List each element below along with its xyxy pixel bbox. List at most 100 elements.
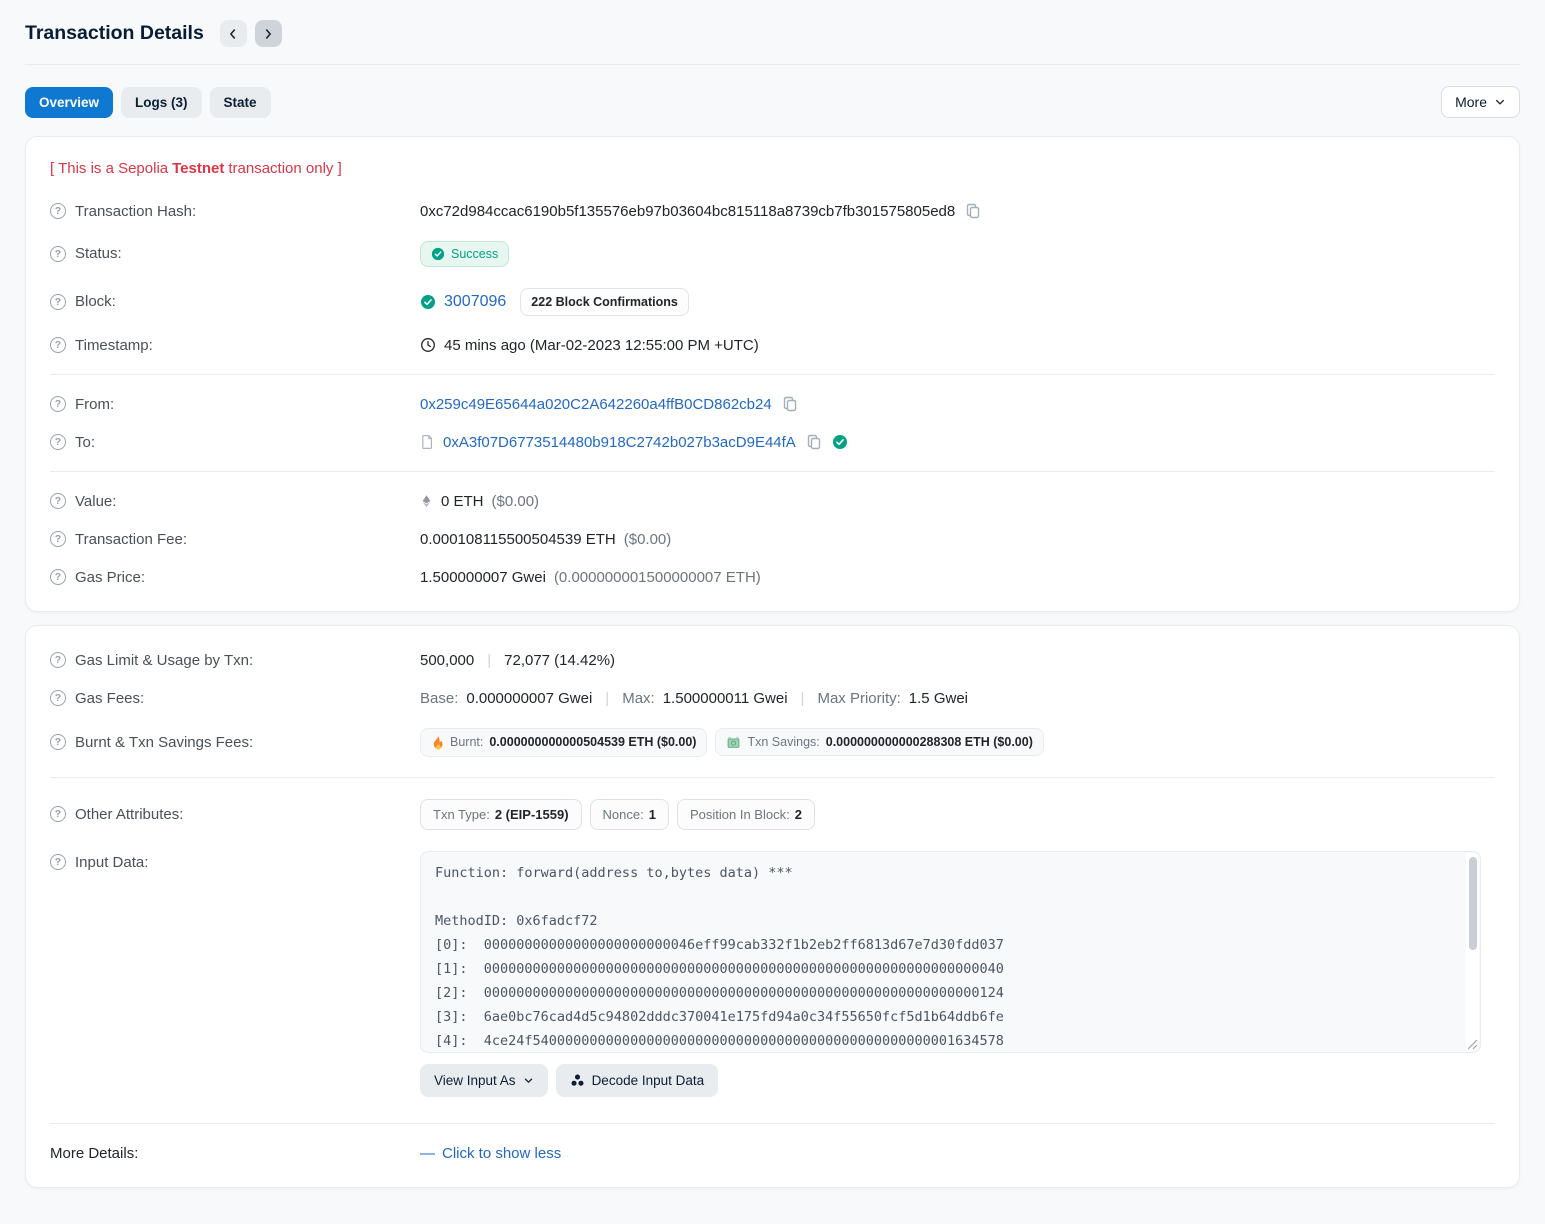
decode-input-data-button[interactable]: Decode Input Data <box>556 1064 719 1097</box>
help-icon[interactable]: ? <box>50 734 66 750</box>
block-label: Block: <box>75 293 116 310</box>
max-fee-label: Max: <box>622 690 655 707</box>
max-fee-value: 1.500000011 Gwei <box>663 690 788 707</box>
tab-bar: Overview Logs (3) State More <box>25 65 1520 136</box>
help-icon[interactable]: ? <box>50 569 66 585</box>
timestamp-value: 45 mins ago (Mar-02-2023 12:55:00 PM +UT… <box>444 337 759 354</box>
more-dropdown-button[interactable]: More <box>1441 86 1520 118</box>
help-icon[interactable]: ? <box>50 203 66 219</box>
separator: | <box>487 652 491 669</box>
view-input-as-button[interactable]: View Input As <box>420 1064 548 1097</box>
resize-grip-icon[interactable] <box>1467 1039 1478 1050</box>
position-in-block-value: 2 <box>795 807 802 822</box>
clock-icon <box>420 337 436 353</box>
tab-state[interactable]: State <box>210 87 271 118</box>
tab-overview[interactable]: Overview <box>25 87 113 118</box>
divider <box>50 777 1495 778</box>
input-data-row: ? Input Data: Function: forward(address … <box>50 840 1495 1107</box>
separator: | <box>605 690 609 707</box>
base-fee-label: Base: <box>420 690 458 707</box>
overview-card: [ This is a SepoliaTestnettransaction on… <box>25 136 1520 612</box>
transaction-hash-label: Transaction Hash: <box>75 203 196 220</box>
copy-from-address-button[interactable] <box>780 396 800 412</box>
nonce-value: 1 <box>649 807 656 822</box>
help-icon[interactable]: ? <box>50 690 66 706</box>
input-data-label: Input Data: <box>75 854 148 871</box>
help-icon[interactable]: ? <box>50 531 66 547</box>
more-label: More <box>1455 94 1487 110</box>
page-title: Transaction Details <box>25 22 204 45</box>
divider <box>50 1123 1495 1124</box>
help-icon[interactable]: ? <box>50 806 66 822</box>
from-address-link[interactable]: 0x259c49E65644a020C2A642260a4ffB0CD862cb… <box>420 396 772 413</box>
input-data-textarea[interactable]: Function: forward(address to,bytes data)… <box>420 851 1481 1053</box>
value-label: Value: <box>75 493 116 510</box>
block-number-link[interactable]: 3007096 <box>444 293 506 311</box>
contract-document-icon <box>420 434 435 450</box>
help-icon[interactable]: ? <box>50 396 66 412</box>
chevron-right-icon <box>261 27 275 41</box>
minus-icon: — <box>420 1145 435 1162</box>
status-row: ? Status: Success <box>50 230 1495 277</box>
next-transaction-button[interactable] <box>255 20 282 47</box>
burnt-savings-row: ? Burnt & Txn Savings Fees: Burnt: 0.000… <box>50 717 1495 767</box>
chevron-down-icon <box>523 1075 534 1086</box>
money-wings-icon <box>726 736 741 749</box>
other-attributes-label: Other Attributes: <box>75 806 183 823</box>
gas-price-eth: (0.000000001500000007 ETH) <box>554 569 761 586</box>
help-icon[interactable]: ? <box>50 854 66 870</box>
to-address-link[interactable]: 0xA3f07D6773514480b918C2742b027b3acD9E44… <box>443 434 796 451</box>
help-icon[interactable]: ? <box>50 337 66 353</box>
timestamp-row: ? Timestamp: 45 mins ago (Mar-02-2023 12… <box>50 326 1495 364</box>
txn-savings-badge: Txn Savings: 0.000000000000288308 ETH ($… <box>715 728 1043 756</box>
gas-usage-value: 72,077 (14.42%) <box>504 652 615 669</box>
copy-hash-button[interactable] <box>963 203 983 219</box>
transaction-fee-row: ? Transaction Fee: 0.000108115500504539 … <box>50 520 1495 558</box>
max-priority-fee-label: Max Priority: <box>817 690 900 707</box>
transaction-fee-amount: 0.000108115500504539 ETH <box>420 531 616 548</box>
burnt-fee-badge: Burnt: 0.000000000000504539 ETH ($0.00) <box>420 728 707 757</box>
block-row: ? Block: 3007096 222 Block Confirmations <box>50 277 1495 326</box>
more-details-row: More Details: — Click to show less <box>50 1134 1495 1172</box>
status-label: Status: <box>75 245 122 262</box>
previous-transaction-button[interactable] <box>220 20 247 47</box>
help-icon[interactable]: ? <box>50 294 66 310</box>
tab-logs[interactable]: Logs (3) <box>121 87 202 118</box>
transaction-hash-row: ? Transaction Hash: 0xc72d984ccac6190b5f… <box>50 192 1495 230</box>
check-circle-icon <box>420 294 436 310</box>
divider <box>50 374 1495 375</box>
show-less-link[interactable]: — Click to show less <box>420 1145 561 1162</box>
block-confirmations-badge: 222 Block Confirmations <box>520 288 689 316</box>
copy-icon <box>782 396 798 412</box>
burnt-savings-label: Burnt & Txn Savings Fees: <box>75 734 253 751</box>
copy-to-address-button[interactable] <box>804 434 824 450</box>
help-icon[interactable]: ? <box>50 493 66 509</box>
page-header: Transaction Details <box>25 0 1520 65</box>
gas-limit-usage-label: Gas Limit & Usage by Txn: <box>75 652 253 669</box>
help-icon[interactable]: ? <box>50 434 66 450</box>
details-card: ? Gas Limit & Usage by Txn: 500,000 | 72… <box>25 625 1520 1188</box>
testnet-notice: [ This is a SepoliaTestnettransaction on… <box>50 152 1495 192</box>
value-amount: 0 ETH <box>441 493 484 510</box>
chevron-left-icon <box>226 27 240 41</box>
position-in-block-label: Position In Block: <box>690 807 790 822</box>
base-fee-value: 0.000000007 Gwei <box>466 690 592 707</box>
separator: | <box>801 690 805 707</box>
txn-type-label: Txn Type: <box>433 807 490 822</box>
scrollbar-thumb[interactable] <box>1469 857 1477 950</box>
help-icon[interactable]: ? <box>50 246 66 262</box>
ethereum-icon <box>420 494 433 508</box>
gas-fees-row: ? Gas Fees: Base: 0.000000007 Gwei | Max… <box>50 679 1495 717</box>
help-icon[interactable]: ? <box>50 652 66 668</box>
view-input-as-label: View Input As <box>434 1073 516 1088</box>
transaction-hash-value: 0xc72d984ccac6190b5f135576eb97b03604bc81… <box>420 203 955 220</box>
burnt-value: 0.000000000000504539 ETH ($0.00) <box>489 735 696 749</box>
transaction-fee-label: Transaction Fee: <box>75 531 187 548</box>
txn-type-badge: Txn Type: 2 (EIP-1559) <box>420 799 582 830</box>
copy-icon <box>806 434 822 450</box>
input-data-scrollbar[interactable] <box>1466 853 1479 1051</box>
gas-price-row: ? Gas Price: 1.500000007 Gwei (0.0000000… <box>50 558 1495 596</box>
copy-icon <box>965 203 981 219</box>
to-row: ? To: 0xA3f07D6773514480b918C2742b027b3a… <box>50 423 1495 461</box>
max-priority-fee-value: 1.5 Gwei <box>909 690 968 707</box>
